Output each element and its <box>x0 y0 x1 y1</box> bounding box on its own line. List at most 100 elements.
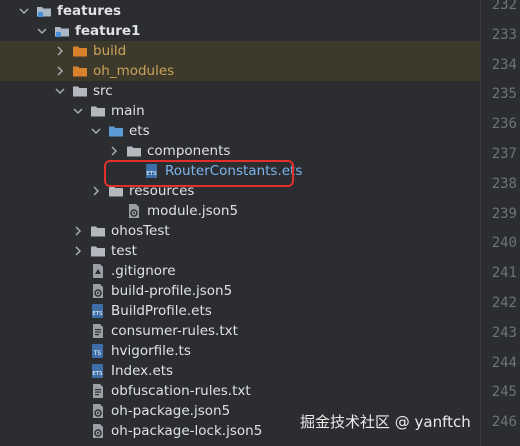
json-file-icon <box>90 403 106 419</box>
chevron-down-icon[interactable] <box>90 125 102 137</box>
orange-folder-icon <box>72 63 88 79</box>
line-number: 238 <box>491 175 517 192</box>
line-number-gutter: 232 233 234 235 236 237 238 239 240 241 242 243 244 2… <box>480 0 520 446</box>
tree-item-label: oh-package.json5 <box>111 403 231 419</box>
line-number: 233 <box>491 26 517 43</box>
tree-item-obfuscation-rules-txt[interactable]: obfuscation-rules.txt <box>0 381 480 401</box>
folder-icon <box>90 243 106 259</box>
line-number: 246 <box>491 414 517 431</box>
folder-icon <box>90 103 106 119</box>
chevron-down-icon[interactable] <box>72 105 84 117</box>
chevron-down-icon[interactable] <box>18 5 30 17</box>
folder-icon <box>72 83 88 99</box>
tree-item-feature1[interactable]: feature1 <box>0 21 480 41</box>
tree-item-label: features <box>57 3 122 19</box>
watermark: 掘金技术社区 @ yanftch <box>300 413 471 431</box>
tree-item-label: ets <box>129 123 150 139</box>
text-file-icon <box>90 323 106 339</box>
line-number: 241 <box>491 265 517 282</box>
tree-item-label: ohosTest <box>111 223 170 239</box>
tree-item-build-profile-json5[interactable]: build-profile.json5 <box>0 281 480 301</box>
json-file-icon <box>90 423 106 439</box>
tree-item-gitignore[interactable]: .gitignore <box>0 261 480 281</box>
tree-item-label: feature1 <box>75 23 141 39</box>
line-number: 239 <box>491 205 517 222</box>
tree-item-module-json5[interactable]: module.json5 <box>0 201 480 221</box>
chevron-down-icon[interactable] <box>54 85 66 97</box>
line-number: 237 <box>491 146 517 162</box>
tree-item-components[interactable]: components <box>0 141 480 161</box>
blue-folder-icon <box>108 123 124 139</box>
tree-item-features[interactable]: features <box>0 1 480 21</box>
tree-item-buildprofile-ets[interactable]: ETS BuildProfile.ets <box>0 301 480 321</box>
chevron-right-icon[interactable] <box>54 65 66 77</box>
json-file-icon <box>126 203 142 219</box>
ts-file-icon: TS <box>90 343 106 359</box>
ets-file-icon: ETS <box>90 303 106 319</box>
line-number: 232 <box>491 0 517 13</box>
line-number: 236 <box>491 116 517 133</box>
tree-item-index-ets[interactable]: ETS Index.ets <box>0 361 480 381</box>
tree-item-label: oh_modules <box>93 63 175 79</box>
json-file-icon <box>90 283 106 299</box>
tree-item-label: oh-package-lock.json5 <box>111 423 263 439</box>
tree-item-src[interactable]: src <box>0 81 480 101</box>
tree-item-label: components <box>147 143 231 159</box>
line-number: 243 <box>491 324 517 341</box>
tree-item-build[interactable]: build <box>0 41 480 61</box>
tree-item-label: build <box>93 43 127 59</box>
tree-item-label: test <box>111 243 137 259</box>
chevron-right-icon[interactable] <box>72 245 84 257</box>
tree-item-label: main <box>111 103 145 119</box>
chevron-right-icon[interactable] <box>90 185 102 197</box>
tree-item-label: obfuscation-rules.txt <box>111 383 251 399</box>
svg-text:ETS: ETS <box>92 311 103 317</box>
tree-item-label: Index.ets <box>111 363 174 379</box>
text-file-icon <box>90 383 106 399</box>
line-number: 234 <box>491 56 517 73</box>
line-number: 245 <box>491 384 517 401</box>
tree-item-ohostest[interactable]: ohosTest <box>0 221 480 241</box>
chevron-right-icon[interactable] <box>54 45 66 57</box>
tree-item-ets[interactable]: ets <box>0 121 480 141</box>
tree-item-consumer-rules-txt[interactable]: consumer-rules.txt <box>0 321 480 341</box>
tree-item-label: .gitignore <box>111 263 176 279</box>
annotation-highlight-box <box>104 160 294 187</box>
chevron-down-icon[interactable] <box>36 25 48 37</box>
tree-item-test[interactable]: test <box>0 241 480 261</box>
tree-item-label: module.json5 <box>147 203 239 219</box>
tree-item-label: consumer-rules.txt <box>111 323 238 339</box>
tree-item-label: src <box>93 83 113 99</box>
folder-icon <box>90 223 106 239</box>
svg-text:ETS: ETS <box>92 371 103 377</box>
svg-text:TS: TS <box>93 350 102 357</box>
line-number: 235 <box>491 86 517 103</box>
line-number: 242 <box>491 295 517 311</box>
orange-folder-icon <box>72 43 88 59</box>
tree-item-hvigorfile-ts[interactable]: TS hvigorfile.ts <box>0 341 480 361</box>
line-number: 244 <box>491 354 517 371</box>
tree-item-label: BuildProfile.ets <box>111 303 212 319</box>
module-folder-icon <box>36 3 52 19</box>
folder-icon <box>126 143 142 159</box>
tree-item-main[interactable]: main <box>0 101 480 121</box>
chevron-right-icon[interactable] <box>108 145 120 157</box>
line-number: 240 <box>491 235 517 252</box>
chevron-right-icon[interactable] <box>72 225 84 237</box>
tree-item-label: build-profile.json5 <box>111 283 233 299</box>
project-tree: features feature1 build oh_modulessrc main et… <box>0 0 480 446</box>
tree-item-oh-modules[interactable]: oh_modules <box>0 61 480 81</box>
module-folder-icon <box>54 23 70 39</box>
ets-file-icon: ETS <box>90 363 106 379</box>
gitignore-file-icon <box>90 263 106 279</box>
